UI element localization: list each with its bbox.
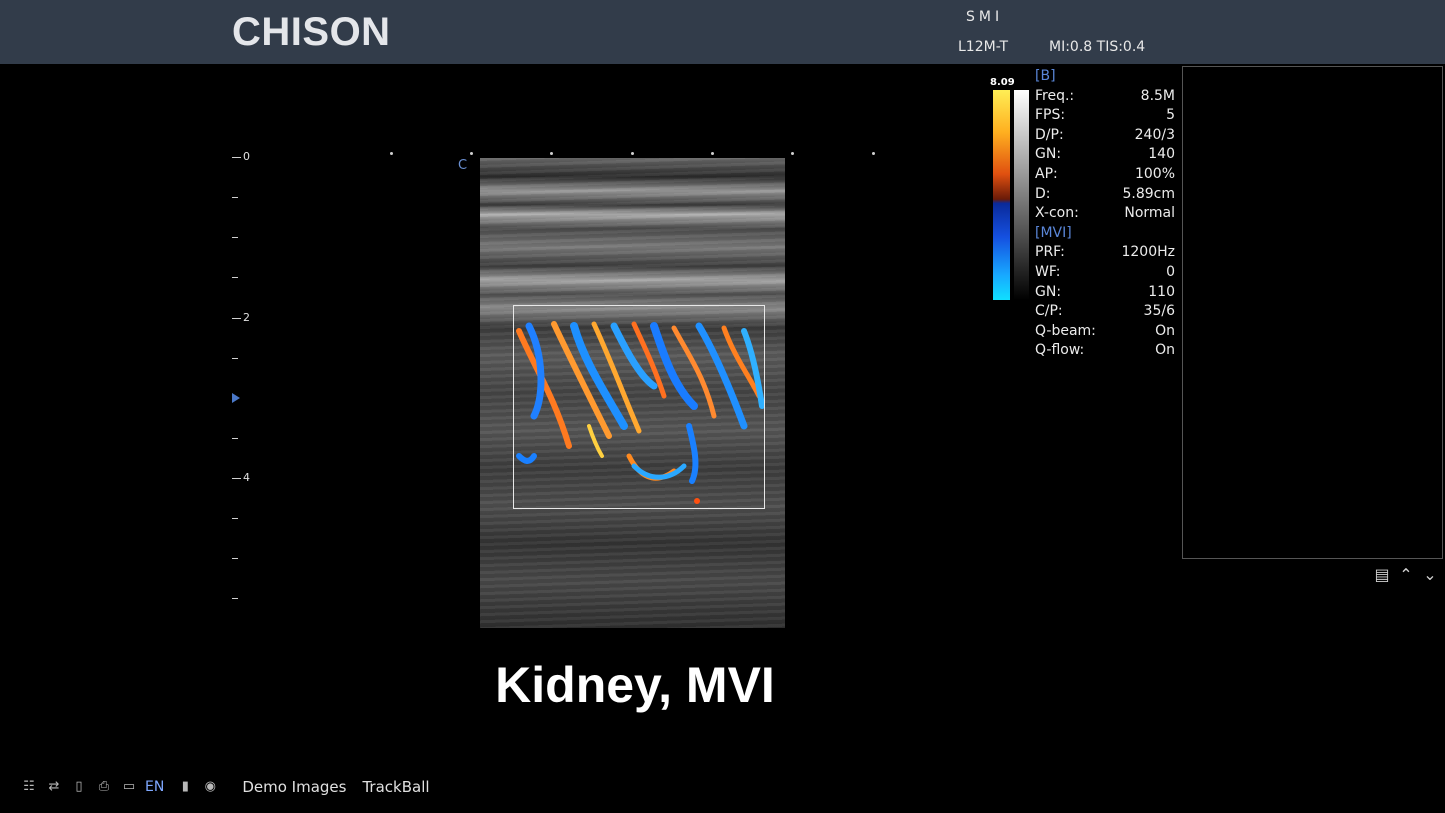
ruler-tick [232,157,241,158]
param-row: X-con: Normal [1035,204,1175,224]
param-row: Freq.: 8.5M [1035,87,1175,107]
param-label: WF: [1035,263,1061,280]
usb-icon[interactable]: ⇄ [45,779,63,795]
b-mode-section-label: [B] [1035,68,1056,84]
focus-marker-icon[interactable] [232,393,240,403]
ruler-tick [232,478,241,479]
mvi-colorbar [993,90,1010,300]
param-label: GN: [1035,146,1062,163]
lateral-dot [872,152,875,155]
parameter-panel: [B] Freq.: 8.5M FPS: 5 D/P: 240/3 GN: 140 AP… [1035,67,1175,361]
param-row: GN: 140 [1035,145,1175,165]
ruler-tick [232,237,238,238]
grayscale-bar [1014,90,1029,300]
battery-icon: ▮ [181,779,189,794]
trackball-item[interactable]: TrackBall [362,778,429,796]
thumbnail-panel[interactable] [1182,66,1443,559]
lateral-dot [711,152,714,155]
param-value: On [1155,322,1175,339]
param-value: 110 [1148,283,1175,300]
param-row: Q-beam: On [1035,322,1175,342]
param-value: 100% [1134,165,1175,182]
param-value: 1200Hz [1121,244,1175,261]
storage-icon[interactable]: ▯ [70,779,88,795]
color-roi-box[interactable] [513,305,765,509]
monitor-icon[interactable]: ▭ [120,779,138,795]
param-value: 8.5M [1140,87,1175,104]
ruler-label-0: 0 [243,150,250,163]
ruler-tick [232,438,238,439]
param-label: PRF: [1035,244,1065,261]
param-value: Normal [1124,205,1175,222]
probe-name: L12M-T [958,39,1009,55]
param-label: Freq.: [1035,87,1075,104]
globe-icon[interactable]: ◉ [201,779,219,795]
param-label: C/P: [1035,303,1063,320]
ruler-tick [232,598,238,599]
param-row: Q-flow: On [1035,341,1175,361]
param-value: 5 [1166,107,1175,124]
lateral-dot [470,152,473,155]
mvi-section-label: [MVI] [1035,224,1072,241]
status-bar: ☷ ⇄ ▯ ⎙ ▭ EN ▮ ◉ Demo Images TrackBall [20,776,429,798]
param-row: GN: 110 [1035,283,1175,303]
panel-controls: ▤ ⌃ ⌄ [1372,565,1440,584]
chevron-up-icon[interactable]: ⌃ [1396,565,1416,584]
network-icon[interactable]: ☷ [20,779,38,795]
mvi-flow-overlay [516,321,764,504]
param-row: AP: 100% [1035,165,1175,185]
image-caption: Kidney, MVI [495,657,775,713]
ruler-tick [232,558,238,559]
param-label: FPS: [1035,107,1066,124]
chevron-down-icon[interactable]: ⌄ [1420,565,1440,584]
param-row: D/P: 240/3 [1035,126,1175,146]
param-row: WF: 0 [1035,263,1175,283]
param-row: FPS: 5 [1035,106,1175,126]
clipboard-icon[interactable]: ▤ [1372,565,1392,584]
language-indicator[interactable]: EN [145,779,164,795]
param-label: AP: [1035,165,1058,182]
ruler-tick [232,518,238,519]
ruler-label-2: 2 [243,311,250,324]
param-row: D: 5.89cm [1035,185,1175,205]
top-header: CHISON SMI L12M-T MI:0.8 TIS:0.4 [0,0,1445,64]
colorbar-max-label: 8.09 [990,77,1015,88]
param-label: X-con: [1035,205,1079,222]
param-value: On [1155,342,1175,359]
param-value: 35/6 [1143,303,1175,320]
lateral-dot [390,152,393,155]
param-value: 5.89cm [1122,185,1175,202]
lateral-dot [550,152,553,155]
param-label: D: [1035,185,1051,202]
ruler-label-4: 4 [243,471,250,484]
mi-tis-readout: MI:0.8 TIS:0.4 [1049,39,1146,55]
param-value: 240/3 [1134,126,1175,143]
ruler-tick [232,318,241,319]
param-label: D/P: [1035,126,1064,143]
printer-icon[interactable]: ⎙ [95,779,113,795]
param-value: 0 [1166,263,1175,280]
lateral-dot [791,152,794,155]
param-row: C/P: 35/6 [1035,302,1175,322]
param-label: Q-beam: [1035,322,1096,339]
orientation-marker: C [458,158,468,173]
imaging-mode: SMI [966,9,1004,25]
demo-images-item[interactable]: Demo Images [242,778,346,796]
param-value: 140 [1148,146,1175,163]
param-label: Q-flow: [1035,342,1085,359]
brand-logo: CHISON [232,10,391,54]
ruler-tick [232,277,238,278]
param-label: GN: [1035,283,1062,300]
param-row: PRF: 1200Hz [1035,243,1175,263]
lateral-dot [631,152,634,155]
ruler-tick [232,358,238,359]
ruler-tick [232,197,238,198]
